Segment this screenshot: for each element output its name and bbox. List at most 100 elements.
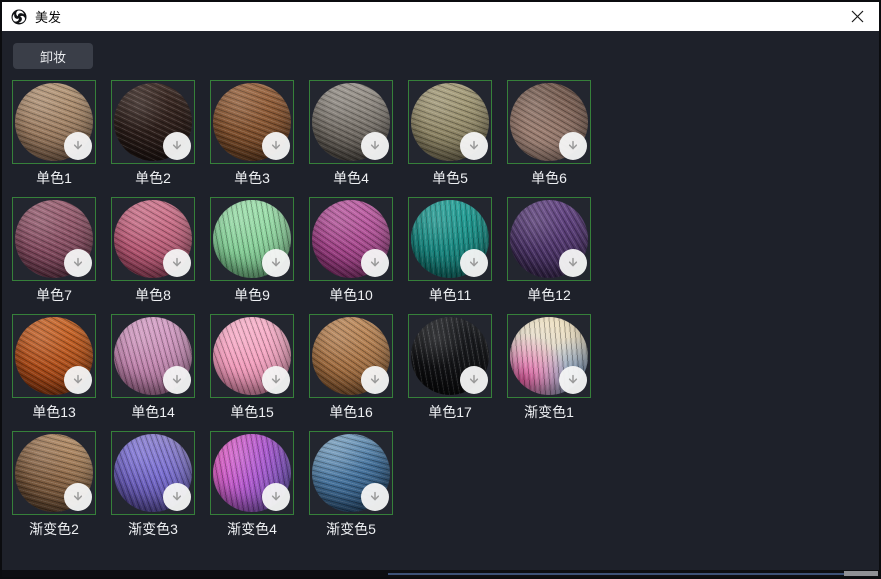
hair-swatch-tile[interactable] — [111, 197, 195, 281]
download-icon[interactable] — [64, 132, 92, 160]
hair-swatch-tile[interactable] — [12, 314, 96, 398]
hair-style-item-2[interactable]: 单色2 — [111, 80, 195, 187]
download-icon[interactable] — [64, 366, 92, 394]
hair-swatch-tile[interactable] — [309, 197, 393, 281]
hair-style-dialog: 美发 卸妆 单色1 单 — [0, 0, 881, 579]
hair-style-label: 单色2 — [111, 170, 195, 187]
hair-style-item-19[interactable]: 渐变色2 — [12, 431, 96, 538]
hair-style-item-18[interactable]: 渐变色1 — [507, 314, 591, 421]
hair-style-label: 单色13 — [12, 404, 96, 421]
hair-swatch-tile[interactable] — [12, 80, 96, 164]
hair-style-item-8[interactable]: 单色8 — [111, 197, 195, 304]
hair-swatch-tile[interactable] — [408, 80, 492, 164]
download-icon[interactable] — [262, 366, 290, 394]
hair-style-item-6[interactable]: 单色6 — [507, 80, 591, 187]
hair-style-item-12[interactable]: 单色12 — [507, 197, 591, 304]
hair-style-item-22[interactable]: 渐变色5 — [309, 431, 393, 538]
download-icon[interactable] — [163, 132, 191, 160]
titlebar[interactable]: 美发 — [2, 2, 879, 31]
hair-style-item-15[interactable]: 单色15 — [210, 314, 294, 421]
hair-style-item-10[interactable]: 单色10 — [309, 197, 393, 304]
download-icon[interactable] — [262, 132, 290, 160]
hair-style-label: 单色14 — [111, 404, 195, 421]
hair-swatch-tile[interactable] — [408, 197, 492, 281]
download-icon[interactable] — [559, 366, 587, 394]
download-icon[interactable] — [460, 249, 488, 277]
hair-swatch-tile[interactable] — [309, 80, 393, 164]
hair-style-label: 单色3 — [210, 170, 294, 187]
hair-swatch-tile[interactable] — [111, 314, 195, 398]
close-icon — [851, 10, 864, 23]
hair-style-label: 渐变色4 — [210, 521, 294, 538]
hair-style-label: 单色8 — [111, 287, 195, 304]
hair-style-item-13[interactable]: 单色13 — [12, 314, 96, 421]
download-icon[interactable] — [460, 132, 488, 160]
hair-style-item-7[interactable]: 单色7 — [12, 197, 96, 304]
hair-swatch-tile[interactable] — [210, 197, 294, 281]
hair-swatch-tile[interactable] — [507, 314, 591, 398]
hair-style-label: 单色16 — [309, 404, 393, 421]
hair-swatch-tile[interactable] — [210, 80, 294, 164]
download-icon[interactable] — [64, 483, 92, 511]
hair-swatch-tile[interactable] — [210, 314, 294, 398]
hair-style-item-20[interactable]: 渐变色3 — [111, 431, 195, 538]
hair-style-item-21[interactable]: 渐变色4 — [210, 431, 294, 538]
download-icon[interactable] — [64, 249, 92, 277]
hair-style-label: 单色12 — [507, 287, 591, 304]
download-icon[interactable] — [262, 249, 290, 277]
hair-swatch-tile[interactable] — [408, 314, 492, 398]
bottom-window-edge — [2, 570, 879, 577]
hair-style-item-17[interactable]: 单色17 — [408, 314, 492, 421]
hair-style-label: 单色4 — [309, 170, 393, 187]
download-icon[interactable] — [361, 483, 389, 511]
dialog-title: 美发 — [35, 7, 61, 26]
hair-swatch-tile[interactable] — [111, 80, 195, 164]
hair-style-label: 单色11 — [408, 287, 492, 304]
bottom-accent-line — [388, 573, 846, 575]
hair-style-item-9[interactable]: 单色9 — [210, 197, 294, 304]
hair-swatch-tile[interactable] — [309, 314, 393, 398]
bottom-gray-chip — [844, 571, 878, 576]
hair-style-item-11[interactable]: 单色11 — [408, 197, 492, 304]
hair-style-label: 单色6 — [507, 170, 591, 187]
download-icon[interactable] — [163, 366, 191, 394]
download-icon[interactable] — [460, 366, 488, 394]
hair-style-item-3[interactable]: 单色3 — [210, 80, 294, 187]
hair-style-label: 渐变色1 — [507, 404, 591, 421]
download-icon[interactable] — [163, 483, 191, 511]
hair-style-label: 渐变色3 — [111, 521, 195, 538]
download-icon[interactable] — [361, 249, 389, 277]
hair-style-label: 单色1 — [12, 170, 96, 187]
download-icon[interactable] — [262, 483, 290, 511]
hair-style-item-4[interactable]: 单色4 — [309, 80, 393, 187]
obs-logo-icon — [11, 9, 27, 25]
download-icon[interactable] — [361, 132, 389, 160]
hair-style-label: 单色9 — [210, 287, 294, 304]
download-icon[interactable] — [361, 366, 389, 394]
close-button[interactable] — [847, 7, 867, 27]
hair-swatch-tile[interactable] — [210, 431, 294, 515]
download-icon[interactable] — [559, 132, 587, 160]
hair-style-label: 单色5 — [408, 170, 492, 187]
hair-style-item-14[interactable]: 单色14 — [111, 314, 195, 421]
hair-style-item-1[interactable]: 单色1 — [12, 80, 96, 187]
hair-style-label: 单色15 — [210, 404, 294, 421]
toolbar: 卸妆 — [2, 31, 879, 69]
remove-makeup-button[interactable]: 卸妆 — [13, 43, 93, 69]
hair-swatch-tile[interactable] — [507, 197, 591, 281]
hair-swatch-tile[interactable] — [111, 431, 195, 515]
hair-swatch-tile[interactable] — [12, 431, 96, 515]
hair-style-label: 渐变色2 — [12, 521, 96, 538]
hair-style-item-16[interactable]: 单色16 — [309, 314, 393, 421]
hair-swatch-tile[interactable] — [12, 197, 96, 281]
hair-color-grid: 单色1 单色2 单色3 — [12, 80, 591, 538]
hair-style-label: 单色17 — [408, 404, 492, 421]
hair-style-label: 单色10 — [309, 287, 393, 304]
hair-style-label: 单色7 — [12, 287, 96, 304]
download-icon[interactable] — [559, 249, 587, 277]
download-icon[interactable] — [163, 249, 191, 277]
hair-style-label: 渐变色5 — [309, 521, 393, 538]
hair-style-item-5[interactable]: 单色5 — [408, 80, 492, 187]
hair-swatch-tile[interactable] — [507, 80, 591, 164]
hair-swatch-tile[interactable] — [309, 431, 393, 515]
